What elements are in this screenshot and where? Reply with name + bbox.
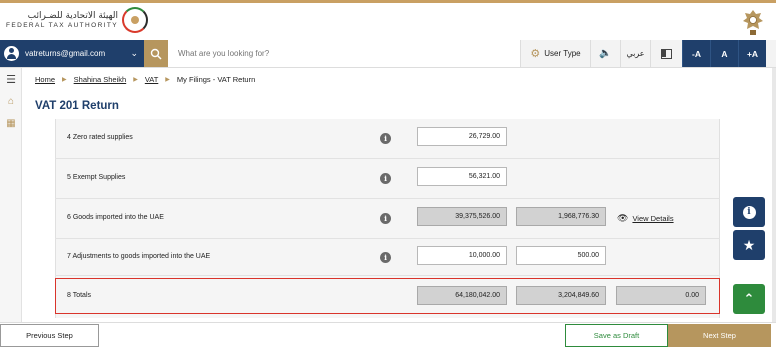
amount-field[interactable]: 56,321.00 xyxy=(417,167,507,186)
gear-icon: ⚙ xyxy=(530,48,541,60)
search-button[interactable] xyxy=(144,40,168,67)
footer-actions: Previous Step Save as Draft Next Step xyxy=(0,322,776,347)
page-title: VAT 201 Return xyxy=(35,100,119,112)
help-info-button[interactable]: i xyxy=(733,197,765,227)
row-label: 7 Adjustments to goods imported into the… xyxy=(67,253,211,260)
table-row: 4 Zero rated supplies i 26,729.00 xyxy=(55,119,720,159)
table-row: 6 Goods imported into the UAE i 39,375,5… xyxy=(55,199,720,239)
breadcrumb-current: My Filings - VAT Return xyxy=(176,74,256,84)
save-draft-button[interactable]: Save as Draft xyxy=(565,324,668,347)
next-step-button[interactable]: Next Step xyxy=(668,324,771,347)
logo-text: الهيئة الاتحادية للضـرائب FEDERAL TAX AU… xyxy=(6,11,118,30)
star-icon: ★ xyxy=(742,236,756,253)
row-label: 5 Exempt Supplies xyxy=(67,174,126,181)
breadcrumb-vat[interactable]: VAT xyxy=(145,75,158,84)
amount-field[interactable]: 10,000.00 xyxy=(417,246,507,265)
main-navbar: vatreturns@gmail.com ⌄ ⚙ User Type 🔈 عرب… xyxy=(0,40,776,68)
table-row: 5 Exempt Supplies i 56,321.00 xyxy=(55,159,720,199)
contrast-toggle[interactable] xyxy=(650,40,682,67)
page-scrollbar[interactable] xyxy=(772,68,776,322)
logo-english-text: FEDERAL TAX AUTHORITY xyxy=(6,21,118,29)
breadcrumb-user[interactable]: Shahina Sheikh xyxy=(74,75,127,84)
favorite-button[interactable]: ★ xyxy=(733,230,765,260)
info-icon[interactable]: i xyxy=(380,213,391,224)
breadcrumb-separator-icon: ▶ xyxy=(62,76,67,83)
view-details-label: View Details xyxy=(632,214,674,223)
vat-amount-field: 1,968,776.30 xyxy=(516,207,606,226)
user-type-label: User Type xyxy=(544,49,581,58)
user-menu[interactable]: vatreturns@gmail.com ⌄ xyxy=(0,40,144,67)
row-label: 4 Zero rated supplies xyxy=(67,134,133,141)
vat-amount-field[interactable]: 500.00 xyxy=(516,246,606,265)
breadcrumb-home[interactable]: Home xyxy=(35,75,55,84)
user-avatar-icon xyxy=(4,46,19,61)
eye-icon: 👁 xyxy=(617,213,629,223)
search-icon xyxy=(150,48,162,60)
contrast-icon xyxy=(661,48,672,59)
font-reset-button[interactable]: A xyxy=(710,40,738,67)
top-header: الهيئة الاتحادية للضـرائب FEDERAL TAX AU… xyxy=(0,0,776,40)
view-details-link[interactable]: 👁 View Details xyxy=(617,213,674,224)
user-email: vatreturns@gmail.com xyxy=(25,49,106,58)
user-type-menu[interactable]: ⚙ User Type xyxy=(520,40,590,67)
chevron-down-icon: ⌄ xyxy=(130,48,138,58)
chevron-up-double-icon: ⌃ xyxy=(743,291,755,306)
logo-arabic-text: الهيئة الاتحادية للضـرائب xyxy=(27,10,118,21)
search-input[interactable] xyxy=(168,40,520,67)
font-increase-button[interactable]: +A xyxy=(738,40,766,67)
speaker-icon: 🔈 xyxy=(599,48,612,59)
uae-emblem-icon xyxy=(743,10,763,35)
info-icon[interactable]: i xyxy=(380,133,391,144)
row-label: 6 Goods imported into the UAE xyxy=(67,214,164,221)
apps-grid-icon[interactable]: ▦ xyxy=(0,112,22,134)
left-sidebar: ☰ ⌂ ▦ xyxy=(0,68,22,322)
breadcrumb-separator-icon: ▶ xyxy=(165,76,170,83)
fta-logo[interactable]: الهيئة الاتحادية للضـرائب FEDERAL TAX AU… xyxy=(6,7,148,33)
amount-field[interactable]: 26,729.00 xyxy=(417,127,507,146)
table-row: 7 Adjustments to goods imported into the… xyxy=(55,239,720,276)
info-icon[interactable]: i xyxy=(380,252,391,263)
previous-step-button[interactable]: Previous Step xyxy=(0,324,99,347)
breadcrumb-separator-icon: ▶ xyxy=(133,76,138,83)
hamburger-menu-icon[interactable]: ☰ xyxy=(0,68,22,90)
info-icon[interactable]: i xyxy=(380,173,391,184)
fta-logo-icon xyxy=(122,7,148,33)
totals-highlight xyxy=(55,278,720,314)
scroll-to-top-button[interactable]: ⌃ xyxy=(733,284,765,314)
font-decrease-button[interactable]: -A xyxy=(682,40,710,67)
info-icon: i xyxy=(742,205,756,219)
amount-field: 39,375,526.00 xyxy=(417,207,507,226)
home-icon[interactable]: ⌂ xyxy=(0,90,22,112)
language-toggle[interactable]: عربي xyxy=(620,40,650,67)
breadcrumb: Home ▶ Shahina Sheikh ▶ VAT ▶ My Filings… xyxy=(35,73,255,85)
speaker-button[interactable]: 🔈 xyxy=(590,40,620,67)
